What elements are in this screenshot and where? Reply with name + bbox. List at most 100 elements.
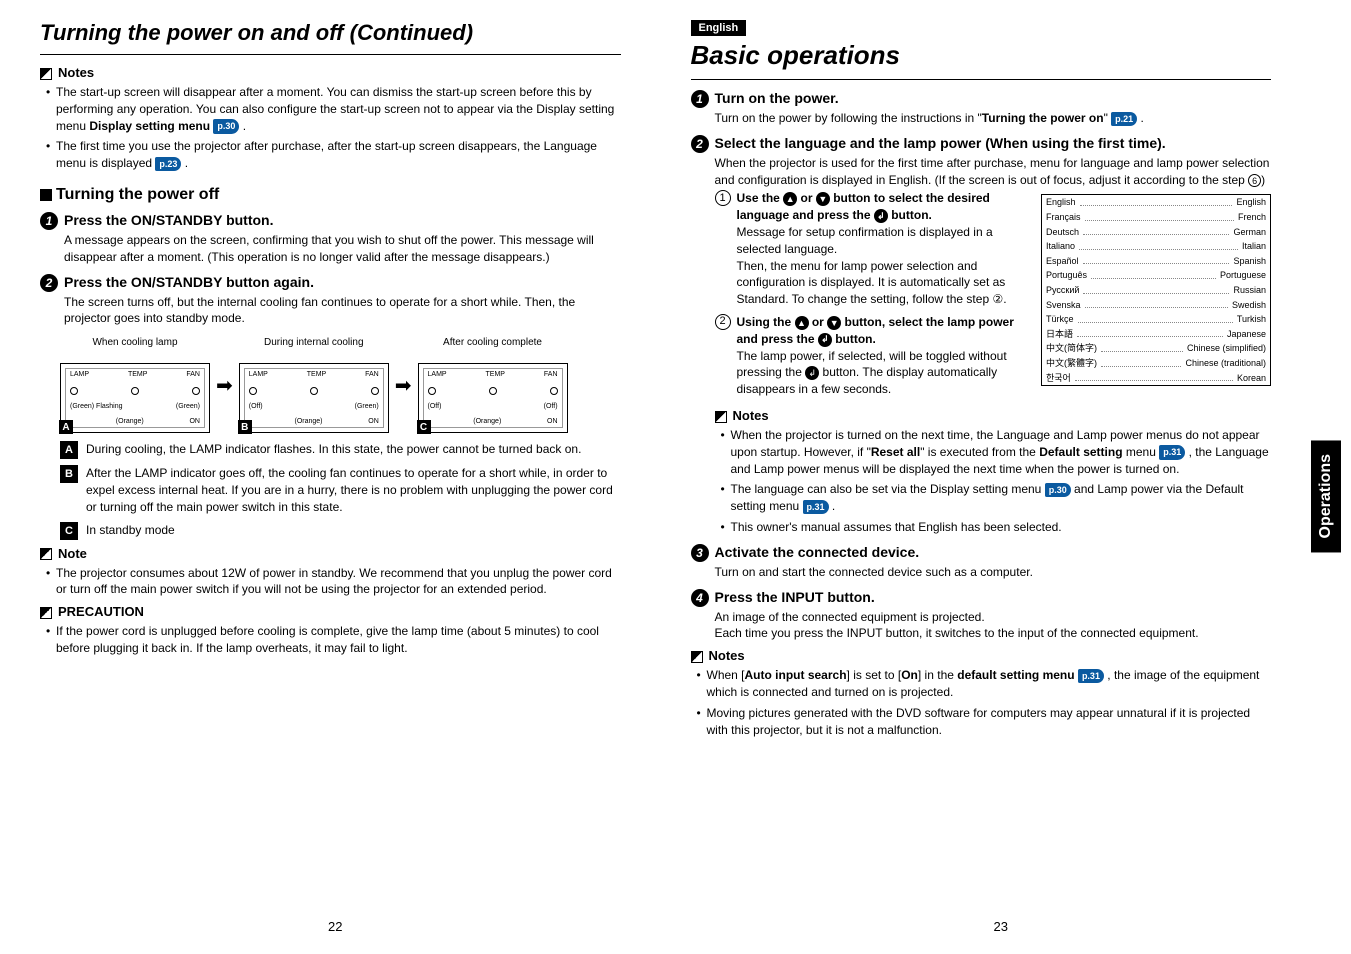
legend-badge: C	[60, 522, 78, 540]
legend-text: After the LAMP indicator goes off, the c…	[86, 465, 621, 515]
text: )	[1261, 173, 1265, 187]
table-row: 中文(繁體字)Chinese (traditional)	[1042, 356, 1270, 371]
text-bold: Auto input search	[745, 668, 847, 682]
diagram-letter-badge: B	[238, 420, 252, 434]
page-ref-icon: p.30	[213, 119, 239, 134]
diagram-letter-badge: C	[417, 420, 431, 434]
page-ref-icon: p.31	[803, 500, 829, 515]
led-label: LAMP	[249, 371, 268, 378]
table-row: TürkçeTurkish	[1042, 312, 1270, 327]
substep-title: Using the ▲ or ▼ button, select the lamp…	[737, 314, 1034, 348]
text: Turn on the power by following the instr…	[715, 111, 982, 125]
list-item: Moving pictures generated with the DVD s…	[697, 705, 1272, 739]
legend-badge: B	[60, 465, 78, 483]
table-row: FrançaisFrench	[1042, 210, 1270, 225]
diagram-c: After cooling complete LAMPTEMPFAN (Off)…	[418, 337, 568, 433]
led-icon	[249, 387, 257, 395]
enter-icon: ↲	[805, 366, 819, 380]
page-number: 22	[40, 919, 631, 934]
led-icon	[310, 387, 318, 395]
arrow-right-icon: ➡	[216, 373, 233, 398]
led-icon	[489, 387, 497, 395]
led-state: (Orange)	[473, 418, 501, 425]
led-label: TEMP	[486, 371, 505, 378]
text: The language can also be set via the Dis…	[731, 482, 1045, 496]
precaution-list: If the power cord is unplugged before co…	[40, 623, 621, 657]
step-body: Turn on and start the connected device s…	[691, 564, 1272, 581]
table-row: DeutschGerman	[1042, 225, 1270, 240]
arrow-right-icon: ➡	[395, 373, 412, 398]
led-state: (Green) Flashing	[70, 403, 123, 410]
notes-header: Notes	[715, 408, 1272, 423]
list-item: The first time you use the projector aft…	[46, 138, 621, 172]
led-icon	[428, 387, 436, 395]
text: Use the	[737, 191, 784, 205]
page-23: English Basic operations 1 Turn on the p…	[691, 20, 1312, 934]
note-list: The projector consumes about 12W of powe…	[40, 565, 621, 599]
power-off-heading: Turning the power off	[40, 186, 621, 204]
page-ref-icon: p.31	[1078, 669, 1104, 684]
text: menu	[1123, 445, 1160, 459]
legend-text: In standby mode	[86, 522, 621, 539]
led-icon	[192, 387, 200, 395]
text: When [	[707, 668, 745, 682]
text: When the projector is used for the first…	[715, 156, 1270, 187]
page-number: 23	[691, 919, 1312, 934]
down-arrow-icon: ▼	[827, 316, 841, 330]
diagram-caption: When cooling lamp	[60, 337, 210, 361]
text: or	[809, 315, 828, 329]
text: or	[797, 191, 816, 205]
text: ] is set to [	[847, 668, 902, 682]
table-row: РусскийRussian	[1042, 283, 1270, 298]
table-row: 日本語Japanese	[1042, 327, 1270, 342]
down-arrow-icon: ▼	[816, 192, 830, 206]
step-1: 1 Turn on the power.	[691, 90, 1272, 108]
diagram-caption: After cooling complete	[418, 337, 568, 361]
enter-icon: ↲	[874, 209, 888, 223]
step-num-icon: 1	[40, 212, 58, 230]
table-row: 한국어Korean	[1042, 371, 1270, 386]
led-label: FAN	[544, 371, 558, 378]
notes-header: Notes	[691, 648, 1272, 663]
step-body: A message appears on the screen, confirm…	[40, 232, 621, 266]
step-body: An image of the connected equipment is p…	[691, 609, 1272, 643]
step-1: 1 Press the ON/STANDBY button.	[40, 212, 621, 230]
text: button.	[888, 208, 932, 222]
text-bold: Default setting	[1039, 445, 1122, 459]
led-label: ON	[189, 418, 200, 425]
page-right-title: Basic operations	[691, 40, 1272, 71]
led-state: (Green)	[355, 403, 379, 410]
table-row: EnglishEnglish	[1042, 195, 1270, 210]
page-ref-icon: p.23	[155, 157, 181, 172]
list-item: The language can also be set via the Dis…	[721, 481, 1272, 515]
page-left-title: Turning the power on and off (Continued)	[40, 20, 621, 46]
page-ref-icon: p.31	[1159, 445, 1185, 460]
led-icon	[131, 387, 139, 395]
led-state: (Off)	[249, 403, 263, 410]
diagram-caption: During internal cooling	[239, 337, 389, 361]
legend-b: B After the LAMP indicator goes off, the…	[60, 465, 621, 515]
circled-number-icon: 2	[715, 314, 731, 330]
step-title: Press the INPUT button.	[715, 589, 875, 605]
step-2: 2 Press the ON/STANDBY button again.	[40, 274, 621, 292]
diagram-a: When cooling lamp LAMPTEMPFAN (Green) Fl…	[60, 337, 210, 433]
led-state: (Orange)	[295, 418, 323, 425]
step-2: 2 Select the language and the lamp power…	[691, 135, 1272, 153]
led-label: FAN	[365, 371, 379, 378]
step-num-icon: 3	[691, 544, 709, 562]
list-item: This owner's manual assumes that English…	[721, 519, 1272, 536]
notes-header: Notes	[40, 65, 621, 80]
note-text: The first time you use the projector aft…	[56, 139, 597, 170]
substep-title: Use the ▲ or ▼ button to select the desi…	[737, 190, 1034, 224]
text-bold: Turning the power on	[982, 111, 1104, 125]
step-num-icon: 2	[691, 135, 709, 153]
led-state: (Green)	[176, 403, 200, 410]
list-item: The start-up screen will disappear after…	[46, 84, 621, 134]
step-title: Press the ON/STANDBY button.	[64, 212, 274, 228]
table-row: SvenskaSwedish	[1042, 298, 1270, 313]
circled-number-icon: 1	[715, 190, 731, 206]
notes-list: When the projector is turned on the next…	[715, 427, 1272, 536]
led-icon	[371, 387, 379, 395]
page-ref-icon: p.21	[1111, 112, 1137, 127]
enter-icon: ↲	[818, 333, 832, 347]
